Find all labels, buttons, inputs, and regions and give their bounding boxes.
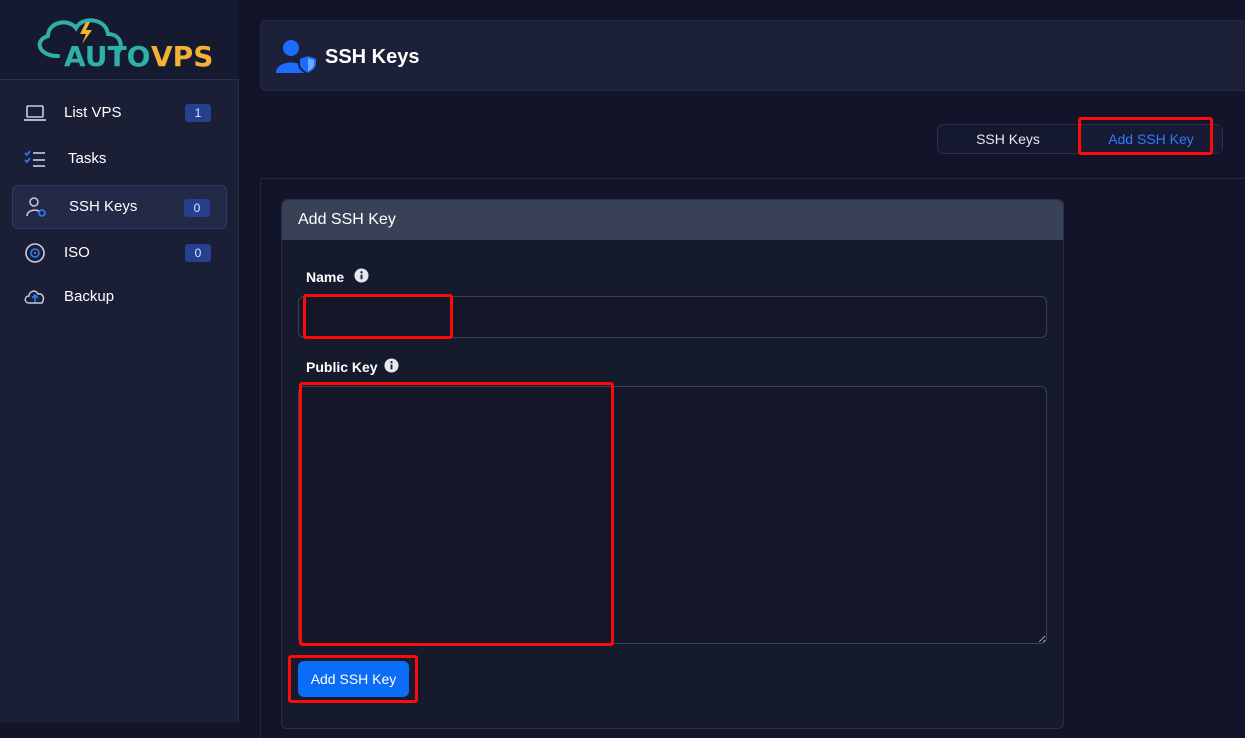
public-key-label: Public Key: [306, 359, 378, 375]
tab-ssh-keys[interactable]: SSH Keys: [938, 125, 1078, 153]
sidebar-item-backup[interactable]: Backup: [12, 276, 227, 318]
laptop-icon: [24, 105, 46, 121]
count-badge: 0: [184, 199, 210, 217]
logo[interactable]: AUTO VPS: [0, 0, 239, 80]
user-key-icon: [26, 197, 46, 217]
add-ssh-key-button[interactable]: Add SSH Key: [298, 661, 409, 697]
name-label: Name: [306, 269, 345, 285]
disc-icon: [25, 243, 45, 263]
tab-add-ssh-key[interactable]: Add SSH Key: [1080, 125, 1222, 153]
sidebar-item-label: List VPS: [64, 104, 122, 121]
sidebar-item-label: SSH Keys: [69, 198, 138, 215]
sidebar: AUTO VPS List VPS 1 Tasks SSH Keys 0 ISO…: [0, 0, 239, 723]
name-input[interactable]: [298, 296, 1047, 338]
card-title: Add SSH Key: [298, 211, 396, 228]
tab-bar: SSH Keys Add SSH Key: [937, 124, 1223, 154]
sidebar-item-label: Backup: [64, 288, 115, 305]
tasks-icon: [24, 150, 45, 167]
count-badge: 1: [185, 104, 211, 122]
card-header: Add SSH Key: [282, 200, 1063, 240]
svg-text:AUTO: AUTO: [64, 40, 150, 70]
sidebar-item-label: Tasks: [68, 150, 107, 167]
info-icon[interactable]: [384, 358, 399, 373]
sidebar-item-list-vps[interactable]: List VPS 1: [12, 92, 227, 134]
sidebar-item-tasks[interactable]: Tasks: [12, 138, 227, 180]
svg-text:VPS: VPS: [151, 40, 213, 70]
sidebar-item-iso[interactable]: ISO 0: [12, 232, 227, 274]
cloud-upload-icon: [24, 290, 45, 304]
public-key-textarea[interactable]: [298, 386, 1047, 644]
page-title: SSH Keys: [325, 46, 420, 68]
count-badge: 0: [185, 244, 211, 262]
user-shield-icon: [276, 40, 318, 75]
autovps-logo-icon: AUTO VPS: [37, 18, 213, 70]
sidebar-item-label: ISO: [64, 244, 90, 261]
info-icon[interactable]: [354, 268, 369, 283]
page-header: SSH Keys: [260, 20, 1245, 91]
sidebar-item-ssh-keys[interactable]: SSH Keys 0: [12, 185, 227, 229]
